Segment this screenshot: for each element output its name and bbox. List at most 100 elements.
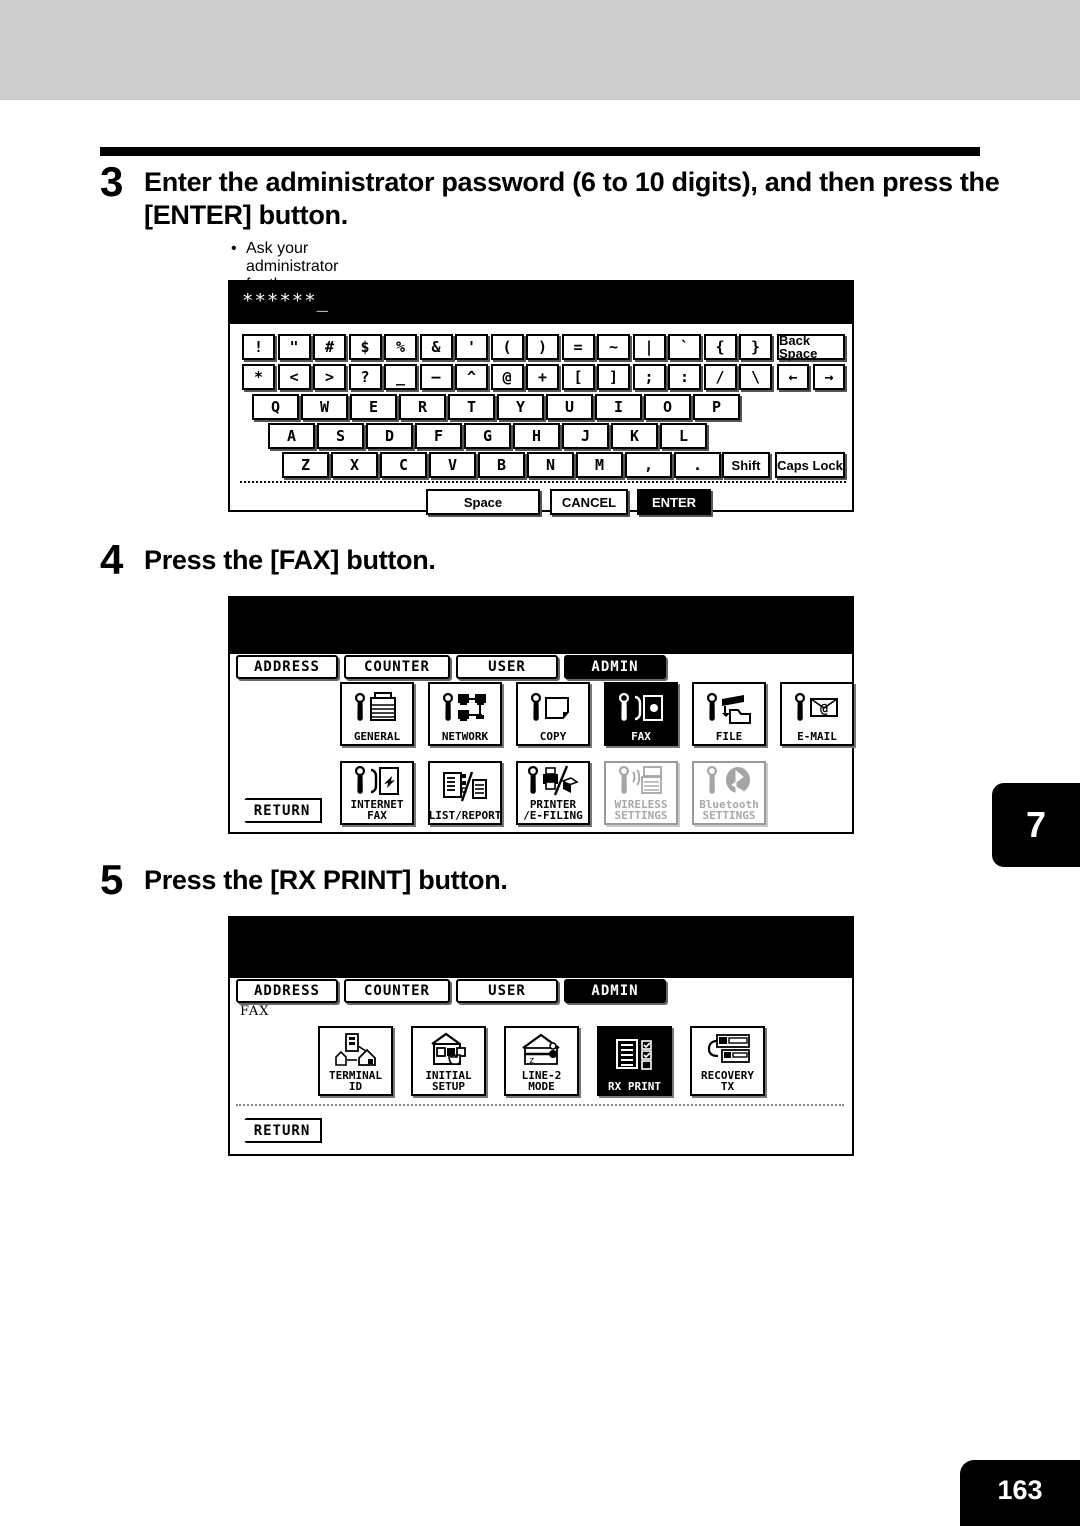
key-R[interactable]: R — [399, 394, 446, 420]
fax-tile-rx-print[interactable]: RX PRINT — [597, 1026, 672, 1096]
key-x8212-label: — — [431, 367, 441, 386]
key-x33[interactable]: ! — [242, 334, 275, 360]
admin-tab-admin[interactable]: ADMIN — [564, 655, 666, 679]
space-key[interactable]: Space — [426, 489, 540, 515]
fax-tab-user[interactable]: USER — [456, 979, 558, 1003]
key-U-label: U — [564, 397, 575, 416]
fax-tile-recovery-tx[interactable]: RECOVERY TX — [690, 1026, 765, 1096]
key-x124[interactable]: | — [632, 334, 666, 360]
key-x59[interactable]: ; — [632, 364, 666, 390]
admin-tile-fax[interactable]: FAX — [604, 682, 678, 746]
admin-tile-wireless-settings[interactable]: WIRELESS SETTINGS — [604, 761, 678, 825]
key-N[interactable]: N — [527, 452, 574, 478]
key-H[interactable]: H — [513, 423, 560, 449]
key-G[interactable]: G — [464, 423, 511, 449]
fax-return-button[interactable]: RETURN — [236, 1118, 322, 1143]
key-J[interactable]: J — [562, 423, 609, 449]
key-x91[interactable]: [ — [561, 364, 595, 390]
key-x123[interactable]: { — [703, 334, 737, 360]
key-x34[interactable]: " — [277, 334, 311, 360]
key-x38[interactable]: & — [419, 334, 453, 360]
admin-tab-address[interactable]: ADDRESS — [236, 655, 338, 679]
key-x60[interactable]: < — [277, 364, 311, 390]
key-F[interactable]: F — [415, 423, 462, 449]
admin-tile-printer-e-filing[interactable]: PRINTER /E-FILING — [516, 761, 590, 825]
line2-mode-icon: z — [506, 1028, 577, 1070]
key-x126[interactable]: ~ — [597, 334, 630, 360]
admin-menu-screen: ADDRESS COUNTER USER ADMIN GENERAL NETWORK … — [228, 596, 854, 834]
admin-tab-user[interactable]: USER — [456, 655, 558, 679]
key-U[interactable]: U — [546, 394, 593, 420]
key-x8212[interactable]: — — [419, 364, 453, 390]
key-x92[interactable]: \ — [739, 364, 772, 390]
fax-tile-initial-setup[interactable]: INITIAL SETUP — [411, 1026, 486, 1096]
key-x62[interactable]: > — [313, 364, 346, 390]
key-W[interactable]: W — [301, 394, 348, 420]
key-x63[interactable]: ? — [348, 364, 382, 390]
admin-tile-list-report[interactable]: LIST/REPORT — [428, 761, 502, 825]
key-Q[interactable]: Q — [252, 394, 299, 420]
key-x61[interactable]: = — [561, 334, 595, 360]
key-x44[interactable]: , — [625, 452, 672, 478]
key-x94[interactable]: ^ — [455, 364, 488, 390]
back-space-key[interactable]: Back Space — [777, 334, 845, 360]
key-x58[interactable]: : — [668, 364, 701, 390]
key-P[interactable]: P — [693, 394, 740, 420]
admin-tile-e-mail[interactable]: @ E-MAIL — [780, 682, 854, 746]
admin-tile-internet-fax[interactable]: INTERNET FAX — [340, 761, 414, 825]
admin-tile-bluetooth-settings[interactable]: Bluetooth SETTINGS — [692, 761, 766, 825]
admin-tab-counter[interactable]: COUNTER — [344, 655, 450, 679]
key-x35[interactable]: # — [313, 334, 346, 360]
caps-lock-key[interactable]: Caps Lock — [775, 452, 845, 478]
key-Z[interactable]: Z — [282, 452, 329, 478]
key-I[interactable]: I — [595, 394, 642, 420]
key-S[interactable]: S — [317, 423, 364, 449]
key-A[interactable]: A — [268, 423, 315, 449]
key-x46[interactable]: . — [674, 452, 721, 478]
fax-tab-admin[interactable]: ADMIN — [564, 979, 666, 1003]
arrow-left-key[interactable]: ← — [777, 364, 809, 390]
top-gray-banner — [0, 0, 1080, 100]
key-L[interactable]: L — [660, 423, 707, 449]
admin-tile-copy[interactable]: COPY — [516, 682, 590, 746]
shift-key[interactable]: Shift — [722, 452, 770, 478]
key-K[interactable]: K — [611, 423, 658, 449]
admin-return-button[interactable]: RETURN — [236, 798, 322, 823]
key-V[interactable]: V — [429, 452, 476, 478]
key-x125[interactable]: } — [739, 334, 772, 360]
admin-tile-file[interactable]: FILE — [692, 682, 766, 746]
key-x42[interactable]: * — [242, 364, 275, 390]
key-B[interactable]: B — [478, 452, 525, 478]
enter-key[interactable]: ENTER — [637, 489, 711, 515]
key-O[interactable]: O — [644, 394, 691, 420]
key-x40[interactable]: ( — [490, 334, 524, 360]
key-D[interactable]: D — [366, 423, 413, 449]
admin-tile-general[interactable]: GENERAL — [340, 682, 414, 746]
arrow-right-key[interactable]: → — [813, 364, 845, 390]
cancel-key[interactable]: CANCEL — [550, 489, 628, 515]
fax-tab-address[interactable]: ADDRESS — [236, 979, 338, 1003]
key-x37[interactable]: % — [384, 334, 417, 360]
key-x36[interactable]: $ — [348, 334, 382, 360]
admin-tile-label: COPY — [539, 730, 567, 743]
key-x64[interactable]: @ — [490, 364, 524, 390]
key-x39[interactable]: ' — [455, 334, 488, 360]
key-x47[interactable]: / — [703, 364, 737, 390]
fax-tab-counter[interactable]: COUNTER — [344, 979, 450, 1003]
key-Y[interactable]: Y — [497, 394, 544, 420]
fax-tile-terminal-id[interactable]: TERMINAL ID — [318, 1026, 393, 1096]
key-X[interactable]: X — [331, 452, 378, 478]
key-x41[interactable]: ) — [526, 334, 559, 360]
admin-tile-network[interactable]: NETWORK — [428, 682, 502, 746]
key-x96[interactable]: ` — [668, 334, 701, 360]
key-M[interactable]: M — [576, 452, 623, 478]
key-T[interactable]: T — [448, 394, 495, 420]
key-C[interactable]: C — [380, 452, 427, 478]
key-x93[interactable]: ] — [597, 364, 630, 390]
key-x95[interactable]: _ — [384, 364, 417, 390]
svg-text:@: @ — [820, 702, 828, 717]
key-x43[interactable]: + — [526, 364, 559, 390]
wrench-bluetooth-icon — [694, 763, 764, 799]
key-E[interactable]: E — [350, 394, 397, 420]
fax-tile-line-2-mode[interactable]: z LINE-2 MODE — [504, 1026, 579, 1096]
